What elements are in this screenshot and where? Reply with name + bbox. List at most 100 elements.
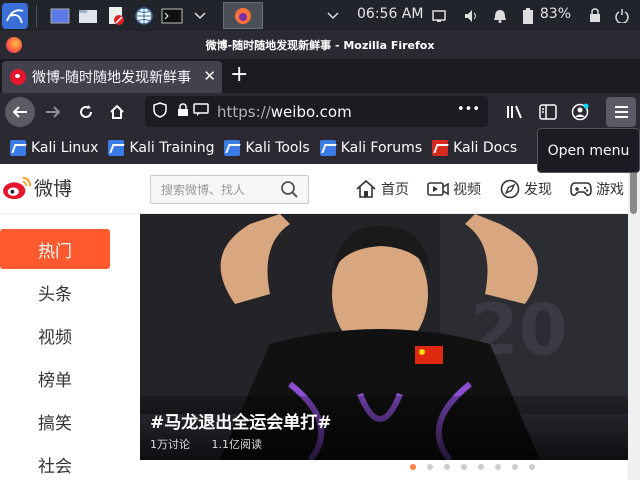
tab-title: 微博-随时随地发现新鲜事 [32,70,192,86]
bell-icon[interactable] [493,9,507,23]
sidebar-item-headlines[interactable]: 头条 [0,272,110,312]
carousel-dot[interactable] [410,464,416,470]
kali-icon [319,139,336,156]
bookmark-kali-docs[interactable]: Kali Docs [432,139,518,156]
read-count: 1.1亿阅读 [211,438,263,451]
kali-icon [224,139,241,156]
back-button[interactable] [5,97,35,127]
carousel-dot[interactable] [478,464,484,470]
bookmark-kali-forums[interactable]: Kali Forums [319,139,423,156]
featured-banner[interactable]: 20 #马龙退出全运会单打# 1万讨论 1.1亿阅读 [140,214,628,460]
new-tab-button[interactable]: + [230,62,248,87]
sidebar-item-society[interactable]: 社会 [0,444,110,480]
kali-menu-icon[interactable] [2,2,28,29]
discussion-count: 1万讨论 [150,438,190,451]
bookmark-label: Kali Docs [453,139,518,156]
nav-discover[interactable]: 发现 [500,179,552,199]
kali-icon [108,139,125,156]
lock-icon[interactable] [589,8,601,23]
terminal-icon[interactable] [161,5,183,27]
bookmark-kali-tools[interactable]: Kali Tools [224,139,310,156]
compass-icon [500,179,520,199]
nav-label: 发现 [524,182,552,198]
search-icon[interactable] [281,181,298,201]
power-icon[interactable] [615,8,629,23]
library-icon[interactable] [500,97,530,127]
weibo-logo-icon [3,176,32,199]
nav-label: 首页 [381,182,409,198]
nav-home[interactable]: 首页 [355,179,409,199]
firefox-task-icon[interactable] [223,2,263,29]
search-placeholder: 搜索微博、找人 [161,183,246,197]
bookmark-kali-training[interactable]: Kali Training [108,139,215,156]
workspace-icon[interactable] [49,5,71,27]
nav-label: 视频 [453,182,481,198]
url-text[interactable]: https://weibo.com [217,103,352,121]
weibo-header: 微博 搜索微博、找人 首页 视频 发现 游戏 [0,164,628,214]
scrollbar-thumb[interactable] [630,170,637,214]
tab-weibo[interactable]: 微博-随时随地发现新鲜事 ✕ [2,61,222,93]
sidebar-item-video[interactable]: 视频 [0,315,110,355]
bookmark-label: Kali Forums [340,139,423,156]
reload-button[interactable] [71,97,101,127]
page-scrollbar[interactable] [628,164,640,480]
carousel-indicators [410,464,546,470]
carousel-dot[interactable] [495,464,501,470]
nav-games[interactable]: 游戏 [570,179,624,199]
nav-label: 游戏 [596,182,624,198]
clock[interactable]: 06:56 AM [357,6,423,22]
display-icon[interactable] [432,9,446,22]
tab-strip: 微博-随时随地发现新鲜事 ✕ [0,59,640,93]
carousel-dot[interactable] [427,464,433,470]
files-icon[interactable] [77,5,99,27]
close-tab-icon[interactable]: ✕ [203,67,216,85]
exploit-db-icon [432,139,449,156]
bookmark-label: Kali Training [129,139,215,156]
carousel-dot[interactable] [512,464,518,470]
chevron-down-icon[interactable] [189,5,211,27]
battery-percentage: 83% [539,6,571,22]
account-icon[interactable] [565,97,595,127]
url-protocol: https:// [217,102,271,121]
nav-video[interactable]: 视频 [427,179,481,199]
battery-icon[interactable] [523,7,533,24]
permissions-icon[interactable] [193,102,209,121]
browser-icon[interactable] [133,5,155,27]
sidebar-icon[interactable] [533,97,563,127]
text-editor-icon[interactable] [105,5,127,27]
bookmark-label: Kali Tools [245,139,310,156]
url-host: weibo.com [270,102,352,121]
weibo-logo-text: 微博 [34,178,73,200]
banner-stats: 1万讨论 1.1亿阅读 [150,436,280,452]
weibo-sidebar: 热门 头条 视频 榜单 搞笑 社会 [0,229,110,480]
lock-icon[interactable] [177,102,189,121]
window-titlebar: 微博-随时随地发现新鲜事 - Mozilla Firefox [0,31,640,59]
open-menu-button[interactable] [606,97,636,127]
weibo-favicon-icon [10,69,26,85]
carousel-dot[interactable] [529,464,535,470]
home-button[interactable] [102,97,132,127]
nav-toolbar: https://weibo.com ••• [0,93,640,131]
carousel-dot[interactable] [444,464,450,470]
sidebar-item-funny[interactable]: 搞笑 [0,401,110,441]
open-menu-tooltip: Open menu [537,128,640,173]
shield-icon[interactable] [153,101,167,122]
url-bar[interactable]: https://weibo.com ••• [145,96,488,127]
forward-button[interactable] [38,97,68,127]
top-panel: 06:56 AM 83% [0,0,640,31]
carousel-dot[interactable] [461,464,467,470]
gamepad-icon [570,182,592,196]
page-actions-icon[interactable]: ••• [457,102,480,117]
volume-icon[interactable] [464,9,480,23]
firefox-icon [6,37,22,53]
bookmark-label: Kali Linux [31,139,99,156]
sidebar-item-hot[interactable]: 热门 [0,229,110,269]
video-icon [427,182,449,196]
banner-headline[interactable]: #马龙退出全运会单打# [150,408,332,433]
kali-icon [10,139,26,156]
weibo-search-input[interactable]: 搜索微博、找人 [150,175,309,204]
chevron-down-icon[interactable] [322,5,344,27]
sidebar-item-rankings[interactable]: 榜单 [0,358,110,398]
weibo-logo[interactable]: 微博 [2,174,72,201]
bookmark-kali-linux[interactable]: Kali Linux [10,139,99,156]
